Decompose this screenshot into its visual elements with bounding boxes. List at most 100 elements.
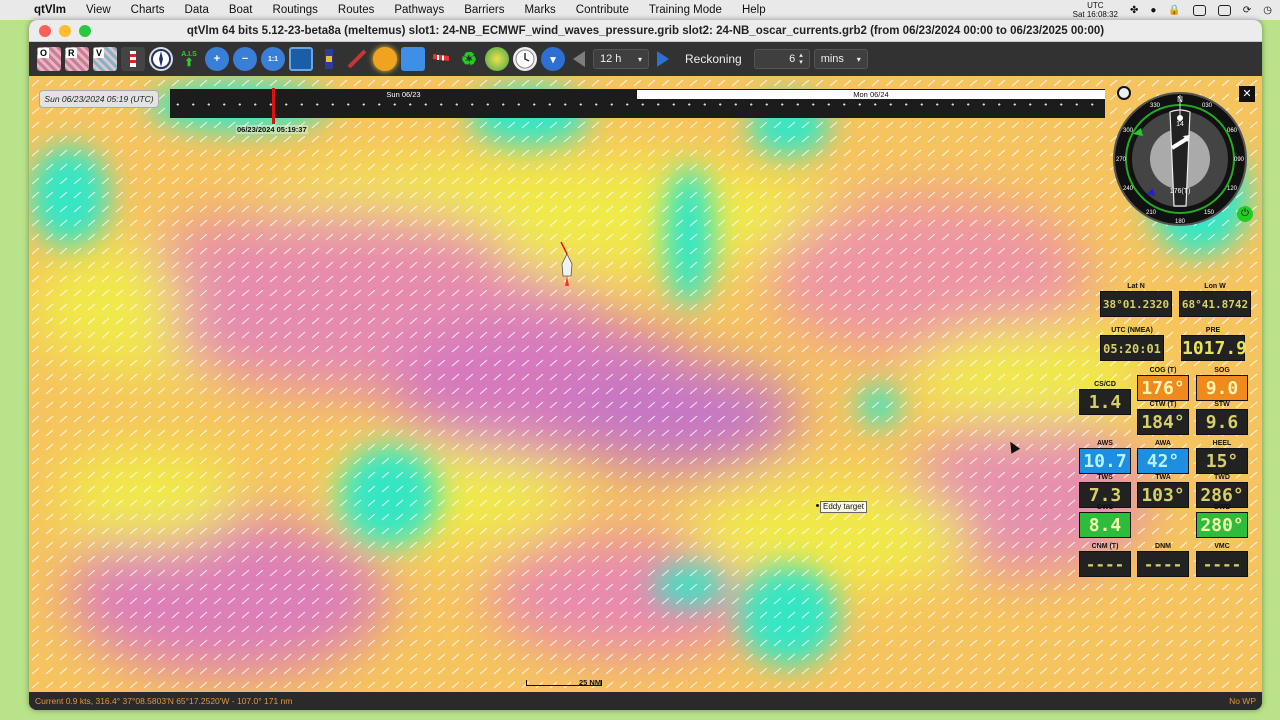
menu-charts[interactable]: Charts	[121, 4, 175, 16]
inst-cscd-label: CS/CD	[1094, 381, 1116, 388]
inst-lon: Lon W 68°41.8742	[1179, 283, 1251, 317]
barrier-icon[interactable]	[345, 47, 369, 71]
tick-120: 120	[1227, 186, 1238, 192]
time-step-select[interactable]: 12 h ▾	[593, 49, 649, 69]
inst-gwd: GWD 280°	[1196, 504, 1248, 538]
zoom-in-icon[interactable]: +	[205, 47, 229, 71]
inst-pre-label: PRE	[1205, 327, 1221, 334]
inst-gws: GWS 8.4	[1079, 504, 1131, 538]
menu-help[interactable]: Help	[732, 4, 776, 16]
screen-icon[interactable]	[1192, 4, 1206, 16]
map-area[interactable]: Sun 06/23/2024 05:19 (UTC) Sun 06/23 Mon…	[29, 76, 1262, 692]
ais-icon[interactable]: A.I.S ⬆	[177, 47, 201, 71]
vlm-icon[interactable]: ▾	[541, 47, 565, 71]
timeline-day2: Mon 06/24	[637, 90, 1105, 99]
extensions-icon[interactable]: ✤	[1130, 5, 1138, 16]
zoom-out-icon[interactable]: −	[233, 47, 257, 71]
menu-routes[interactable]: Routes	[328, 4, 384, 16]
time-step-value: 12 h	[600, 53, 622, 65]
weather-map[interactable]	[29, 76, 1262, 692]
select-area-icon[interactable]	[289, 47, 313, 71]
clock-timezone: UTC	[1087, 1, 1104, 10]
inst-utc-label: UTC (NMEA)	[1111, 327, 1153, 334]
windsock-icon[interactable]	[429, 47, 453, 71]
time-machine-icon[interactable]: ◷	[1263, 5, 1272, 16]
grib-icon[interactable]	[485, 47, 509, 71]
menu-routings[interactable]: Routings	[263, 4, 328, 16]
clock-icon[interactable]	[513, 47, 537, 71]
menu-marks[interactable]: Marks	[514, 4, 565, 16]
time-forward-icon[interactable]	[657, 51, 669, 67]
mode-label: Reckoning	[685, 52, 742, 66]
inst-aws: AWS 10.7	[1079, 440, 1131, 474]
eddy-target-marker[interactable]	[816, 504, 819, 507]
current-date-box: Sun 06/23/2024 05:19 (UTC)	[39, 90, 159, 108]
zoom-fit-icon[interactable]: 1:1	[261, 47, 285, 71]
reckoning-stepper[interactable]: 6 ▴ ▾	[753, 49, 810, 69]
menu-data[interactable]: Data	[175, 4, 219, 16]
lock-icon[interactable]: 🔒	[1168, 5, 1180, 16]
record-icon[interactable]: ●	[1150, 5, 1156, 16]
timeline-day1: Sun 06/23	[170, 90, 637, 99]
inst-aws-label: AWS	[1097, 440, 1113, 447]
inst-aws-value: 10.7	[1079, 448, 1131, 474]
scale-label: 25 NM	[579, 678, 602, 687]
inst-cscd-value: 1.4	[1079, 389, 1131, 415]
recycle-icon[interactable]: ♻	[457, 47, 481, 71]
inst-awa: AWA 42°	[1137, 440, 1189, 474]
inst-cog: COG (T) 176°	[1137, 367, 1189, 401]
chart-r-button[interactable]: R	[65, 47, 89, 71]
inst-twa: TWA 103°	[1137, 474, 1189, 508]
menu-view[interactable]: View	[76, 4, 121, 16]
tick-330: 330	[1150, 103, 1161, 109]
inst-dnm-value: ----	[1137, 551, 1189, 577]
fullscreen-icon[interactable]: ✕	[1239, 86, 1255, 102]
inst-twd: TWD 286°	[1196, 474, 1248, 508]
compass-instrument: N 14 176(T) 330 030 060 090 120 150 180 …	[1113, 92, 1247, 226]
tick-300: 300	[1123, 128, 1134, 134]
reckoning-unit-select[interactable]: mins ▾	[813, 49, 868, 69]
window-title: qtVlm 64 bits 5.12-23-beta8a (meltemus) …	[186, 24, 1105, 37]
inst-twa-value: 103°	[1137, 482, 1189, 508]
timeline-marker[interactable]	[272, 88, 275, 124]
time-back-icon[interactable]	[573, 51, 585, 67]
menu-training-mode[interactable]: Training Mode	[639, 4, 732, 16]
inst-cog-label: COG (T)	[1149, 367, 1177, 374]
lighthouse-icon[interactable]	[121, 47, 145, 71]
inst-ctw-value: 184°	[1137, 409, 1189, 435]
chart-v-button[interactable]: V	[93, 47, 117, 71]
compass-heading: 176(T)	[1170, 188, 1191, 195]
chart-r-label: R	[66, 48, 77, 58]
camera-icon[interactable]	[1217, 4, 1231, 16]
center-boat-icon[interactable]	[1117, 86, 1131, 100]
chart-o-button[interactable]: O	[37, 47, 61, 71]
eddy-target-label[interactable]: Eddy target	[820, 501, 867, 513]
menu-contribute[interactable]: Contribute	[566, 4, 639, 16]
tick-030: 030	[1202, 103, 1213, 109]
boat-settings-icon[interactable]	[317, 47, 341, 71]
inst-lat: Lat N 38°01.2320	[1100, 283, 1172, 317]
window-titlebar: qtVlm 64 bits 5.12-23-beta8a (meltemus) …	[29, 20, 1262, 42]
inst-cog-value: 176°	[1137, 375, 1189, 401]
menubar-clock[interactable]: UTC Sat 16:08:32	[1073, 1, 1118, 19]
folder-icon[interactable]	[401, 47, 425, 71]
inst-tws-label: TWS	[1097, 474, 1113, 481]
sync-icon[interactable]: ⟳	[1243, 5, 1251, 16]
inst-utc-value: 05:20:01	[1100, 335, 1164, 361]
inst-gws-value: 8.4	[1079, 512, 1131, 538]
status-bar: Current 0.9 kts, 316.4° 37°08.5803'N 65°…	[29, 692, 1262, 710]
sun-icon[interactable]	[373, 47, 397, 71]
compass-rose-icon[interactable]	[149, 47, 173, 71]
menu-barriers[interactable]: Barriers	[454, 4, 514, 16]
inst-cnm-label: CNM (T)	[1091, 543, 1119, 550]
timeline-bar[interactable]: Sun 06/23 Mon 06/24	[170, 88, 1105, 124]
inst-awa-value: 42°	[1137, 448, 1189, 474]
app-menu[interactable]: qtVlm	[24, 4, 76, 16]
inst-cscd: CS/CD 1.4	[1079, 381, 1131, 415]
menu-boat[interactable]: Boat	[219, 4, 263, 16]
power-icon[interactable]: ⏻	[1237, 206, 1253, 222]
inst-heel-value: 15°	[1196, 448, 1248, 474]
timeline-marker-label: 06/23/2024 05:19:37	[236, 125, 308, 134]
status-icons: UTC Sat 16:08:32 ✤ ● 🔒 ⟳ ◷	[1073, 0, 1272, 20]
menu-pathways[interactable]: Pathways	[384, 4, 454, 16]
